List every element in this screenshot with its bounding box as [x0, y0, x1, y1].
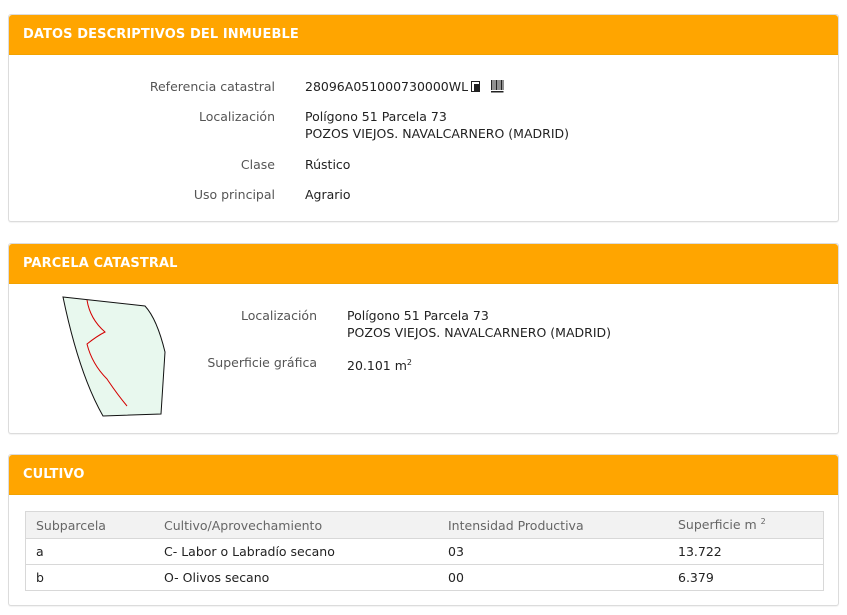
parcela-catastral-header: PARCELA CATASTRAL	[9, 244, 838, 284]
superficie-grafica-label: Superficie gráfica	[207, 355, 317, 370]
cell-superficie: 6.379	[668, 564, 824, 591]
parcela-catastral-panel: PARCELA CATASTRAL Localización Polígono …	[8, 243, 839, 434]
localizacion-line1: Polígono 51 Parcela 73	[305, 109, 447, 124]
cell-intensidad: 00	[438, 564, 668, 591]
parcela-localizacion-value: Polígono 51 Parcela 73 POZOS VIEJOS. NAV…	[347, 307, 611, 341]
superficie-grafica-number: 20.101 m	[347, 358, 407, 374]
superficie-grafica-value: 20.101 m2	[347, 354, 412, 374]
cell-subparcela: b	[25, 564, 154, 591]
col-superficie-exponent: 2	[760, 517, 766, 527]
cell-intensidad: 03	[438, 538, 668, 565]
col-superficie: Superficie m 2	[668, 511, 824, 539]
referencia-value: 28096A051000730000WL	[305, 79, 469, 94]
parcela-localizacion-label: Localización	[240, 308, 317, 323]
referencia-row: 28096A051000730000WL	[305, 78, 504, 95]
superficie-exponent: 2	[406, 358, 412, 367]
uso-principal-value: Agrario	[305, 187, 351, 202]
datos-descriptivos-panel: DATOS DESCRIPTIVOS DEL INMUEBLE Referenc…	[8, 14, 839, 222]
parcela-localizacion-line1: Polígono 51 Parcela 73	[347, 308, 489, 323]
table-row: a C- Labor o Labradío secano 03 13.722	[25, 538, 824, 565]
col-cultivo: Cultivo/Aprovechamiento	[154, 511, 438, 539]
cell-cultivo: C- Labor o Labradío secano	[154, 538, 438, 565]
uso-principal-label: Uso principal	[193, 187, 275, 202]
cell-subparcela: a	[25, 538, 154, 565]
copy-icon[interactable]	[471, 81, 481, 93]
cultivo-header-row: Subparcela Cultivo/Aprovechamiento Inten…	[25, 511, 824, 539]
barcode-icon[interactable]	[491, 80, 504, 93]
col-subparcela: Subparcela	[25, 511, 154, 539]
localizacion-label: Localización	[198, 109, 275, 124]
localizacion-line2: POZOS VIEJOS. NAVALCARNERO (MADRID)	[305, 126, 570, 141]
table-row: b O- Olivos secano 00 6.379	[25, 564, 824, 591]
parcela-localizacion-line2: POZOS VIEJOS. NAVALCARNERO (MADRID)	[347, 325, 612, 340]
datos-descriptivos-header: DATOS DESCRIPTIVOS DEL INMUEBLE	[9, 15, 838, 55]
clase-label: Clase	[240, 157, 275, 172]
cultivo-table: Subparcela Cultivo/Aprovechamiento Inten…	[25, 511, 824, 591]
localizacion-value: Polígono 51 Parcela 73 POZOS VIEJOS. NAV…	[305, 108, 569, 142]
cell-superficie: 13.722	[668, 538, 824, 565]
col-superficie-label: Superficie m	[678, 517, 757, 533]
cultivo-header: CULTIVO	[9, 455, 838, 495]
referencia-label: Referencia catastral	[149, 79, 275, 94]
col-intensidad: Intensidad Productiva	[438, 511, 668, 539]
clase-value: Rústico	[305, 157, 351, 172]
cultivo-panel: CULTIVO Subparcela Cultivo/Aprovechamien…	[8, 454, 839, 606]
cell-cultivo: O- Olivos secano	[154, 564, 438, 591]
